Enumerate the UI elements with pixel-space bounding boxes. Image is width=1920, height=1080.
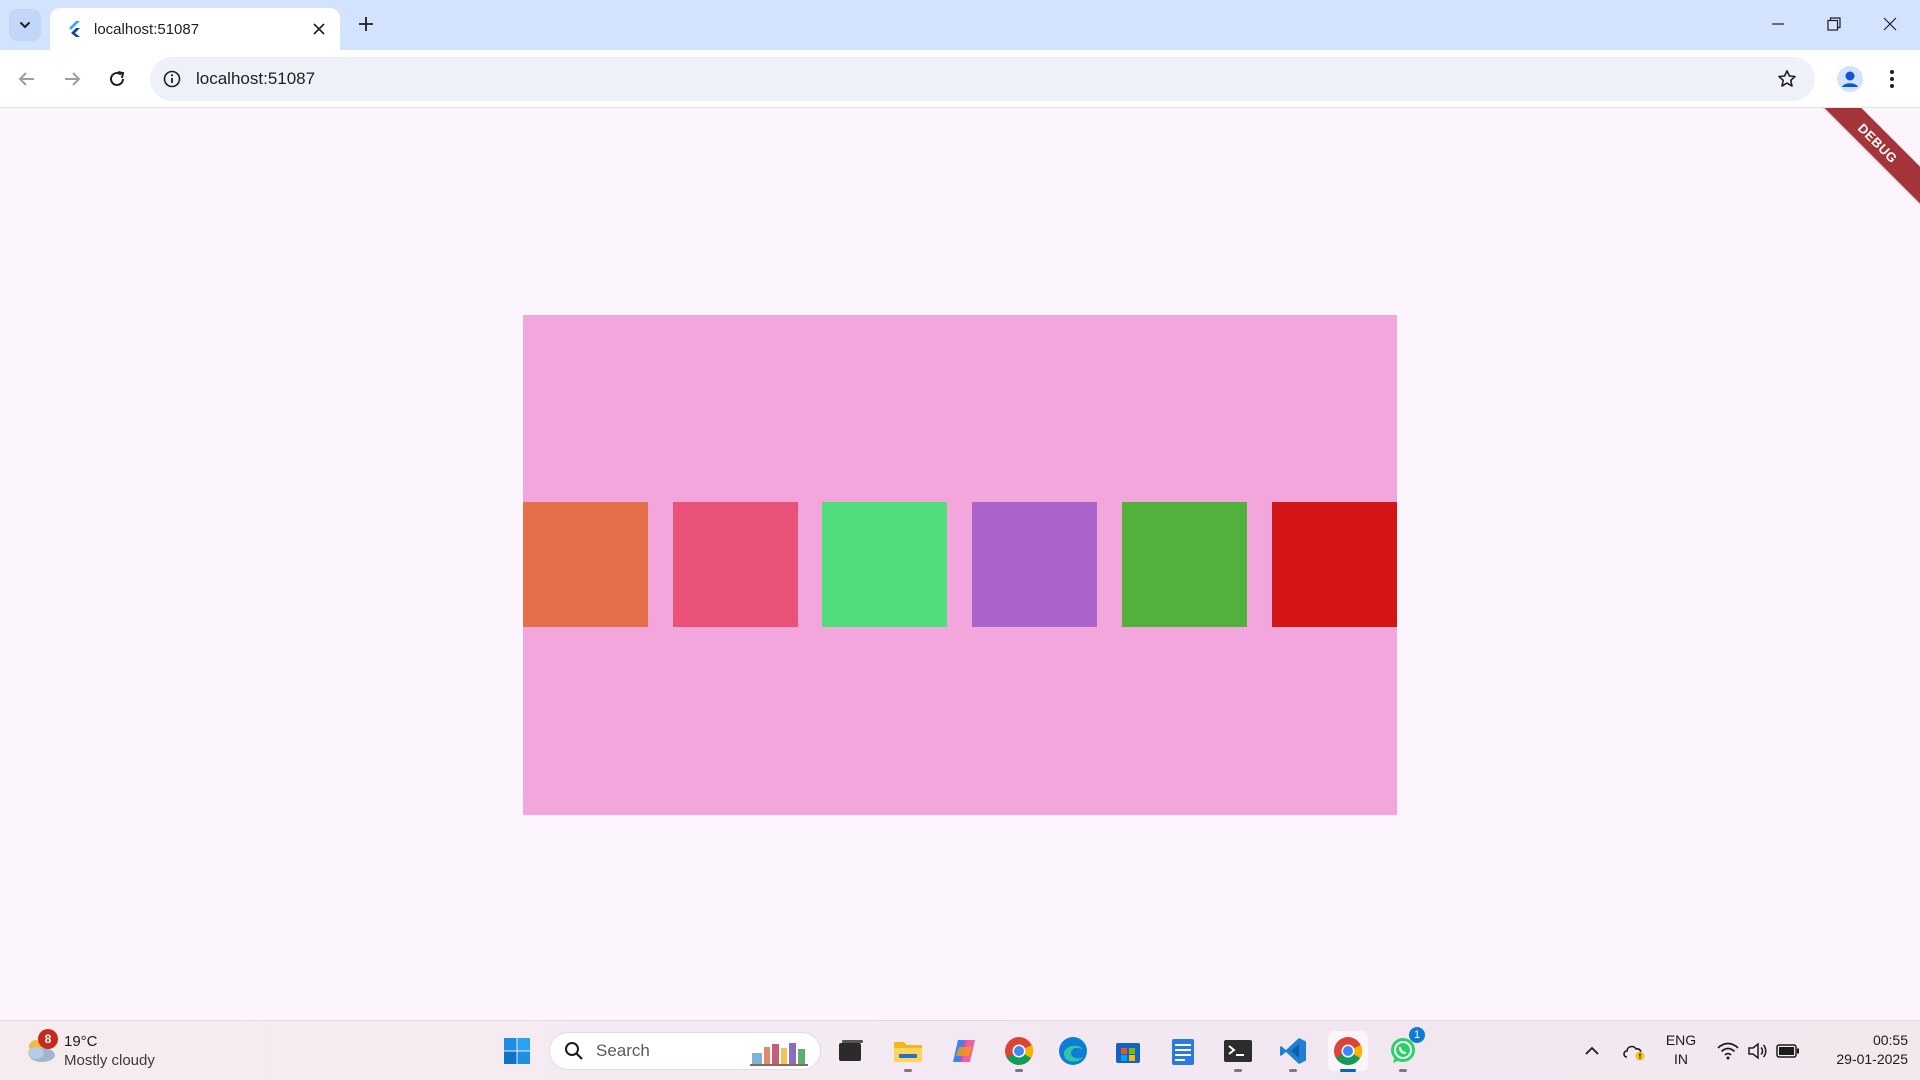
copilot-icon — [953, 1040, 975, 1062]
tab-title: localhost:51087 — [94, 20, 200, 38]
arrow-right-icon — [65, 72, 81, 86]
new-tab-button[interactable] — [352, 10, 380, 38]
microsoft-store-button[interactable] — [1108, 1031, 1148, 1071]
chevron-down-icon — [20, 22, 30, 29]
clock-time: 00:55 — [1872, 1032, 1908, 1048]
running-indicator — [1399, 1069, 1407, 1072]
task-view-icon — [839, 1040, 863, 1061]
edge-icon — [1059, 1037, 1087, 1065]
notepad-icon — [1172, 1039, 1194, 1065]
battery-status[interactable] — [1773, 1035, 1803, 1067]
arrow-left-icon — [18, 72, 34, 86]
browser-menu-button[interactable] — [1877, 62, 1907, 96]
app-viewport: DEBUG — [0, 108, 1920, 1020]
minimize-button[interactable] — [1750, 0, 1806, 48]
clock-date: 29-01-2025 — [1836, 1051, 1908, 1067]
chevron-up-icon — [1585, 1046, 1599, 1055]
profile-avatar-icon — [1837, 66, 1863, 92]
close-icon — [1883, 17, 1897, 31]
bookmark-star-icon[interactable] — [1775, 67, 1799, 91]
chrome-button[interactable] — [999, 1031, 1039, 1072]
square-orange — [523, 502, 648, 627]
running-indicator — [904, 1069, 912, 1072]
region-code: IN — [1674, 1051, 1688, 1067]
square-purple — [972, 502, 1097, 627]
square-pink — [673, 502, 798, 627]
minimize-icon — [1772, 23, 1784, 25]
language-code: ENG — [1665, 1032, 1697, 1048]
edge-button[interactable] — [1053, 1031, 1093, 1071]
notepad-button[interactable] — [1163, 1031, 1203, 1071]
profile-button[interactable] — [1833, 62, 1867, 96]
address-bar[interactable]: localhost:51087 — [150, 57, 1815, 101]
running-indicator — [1289, 1069, 1297, 1072]
weather-badge: 8 — [38, 1029, 58, 1049]
site-info-icon[interactable] — [162, 69, 182, 89]
system-clock[interactable]: 00:55 29-01-2025 — [1810, 1031, 1908, 1069]
reload-icon — [110, 71, 125, 86]
square-light-green — [822, 502, 947, 627]
whatsapp-button[interactable]: 1 — [1383, 1027, 1425, 1072]
square-green — [1122, 502, 1247, 627]
chrome-icon — [1334, 1037, 1363, 1065]
cloud-warning-icon — [1623, 1045, 1645, 1061]
browser-tab[interactable]: localhost:51087 — [50, 8, 340, 50]
plus-icon — [359, 17, 373, 31]
running-indicator — [1234, 1069, 1242, 1072]
copilot-button[interactable] — [944, 1031, 984, 1071]
flutter-icon — [66, 21, 82, 37]
volume-icon — [1748, 1042, 1767, 1060]
folder-icon — [894, 1042, 922, 1062]
close-tab-icon[interactable] — [308, 18, 330, 40]
running-indicator — [1015, 1069, 1023, 1072]
chrome-active-button[interactable] — [1328, 1031, 1368, 1072]
terminal-icon — [1224, 1040, 1252, 1062]
taskbar-search-label: Search — [596, 1041, 650, 1060]
volume-control[interactable] — [1744, 1035, 1770, 1067]
back-button[interactable] — [10, 62, 44, 96]
restore-icon — [1827, 17, 1841, 31]
wifi-status[interactable] — [1714, 1035, 1742, 1067]
weather-temperature: 19°C — [64, 1033, 98, 1050]
debug-banner: DEBUG — [1812, 108, 1920, 209]
whatsapp-badge: 1 — [1409, 1027, 1425, 1043]
search-icon — [565, 1042, 583, 1060]
browser-tab-strip: localhost:51087 — [0, 0, 1920, 50]
weather-description: Mostly cloudy — [64, 1052, 155, 1069]
search-highlight-books-icon — [750, 1043, 808, 1066]
show-hidden-icons-button[interactable] — [1580, 1035, 1604, 1067]
onedrive-status[interactable] — [1620, 1035, 1648, 1067]
more-vert-icon — [1890, 70, 1894, 88]
tab-search-button[interactable] — [9, 9, 41, 41]
browser-toolbar: localhost:51087 — [0, 50, 1920, 108]
weather-widget[interactable]: 8 19°C Mostly cloudy — [20, 1029, 190, 1073]
file-explorer-button[interactable] — [888, 1031, 928, 1072]
close-window-button[interactable] — [1862, 0, 1918, 48]
reload-button[interactable] — [100, 62, 134, 96]
vscode-icon — [1280, 1038, 1306, 1064]
taskbar-search-box[interactable]: Search — [549, 1032, 821, 1070]
forward-button[interactable] — [55, 62, 89, 96]
url-text[interactable]: localhost:51087 — [196, 69, 1775, 89]
pink-container — [523, 315, 1397, 815]
square-red — [1272, 502, 1397, 627]
squares-row — [523, 502, 1397, 627]
vscode-button[interactable] — [1273, 1031, 1313, 1072]
restore-button[interactable] — [1806, 0, 1862, 48]
terminal-button[interactable] — [1218, 1031, 1258, 1072]
battery-icon — [1776, 1044, 1799, 1058]
chrome-icon — [1005, 1037, 1034, 1065]
task-view-button[interactable] — [831, 1031, 871, 1071]
store-icon — [1116, 1043, 1140, 1063]
language-indicator[interactable]: ENG IN — [1660, 1031, 1702, 1069]
start-button[interactable] — [497, 1031, 537, 1071]
windows-start-icon — [504, 1038, 530, 1064]
wifi-icon — [1717, 1042, 1739, 1060]
windows-taskbar: 8 19°C Mostly cloudy Search 1 ENG IN 00:… — [0, 1020, 1920, 1080]
active-indicator — [1340, 1069, 1356, 1072]
